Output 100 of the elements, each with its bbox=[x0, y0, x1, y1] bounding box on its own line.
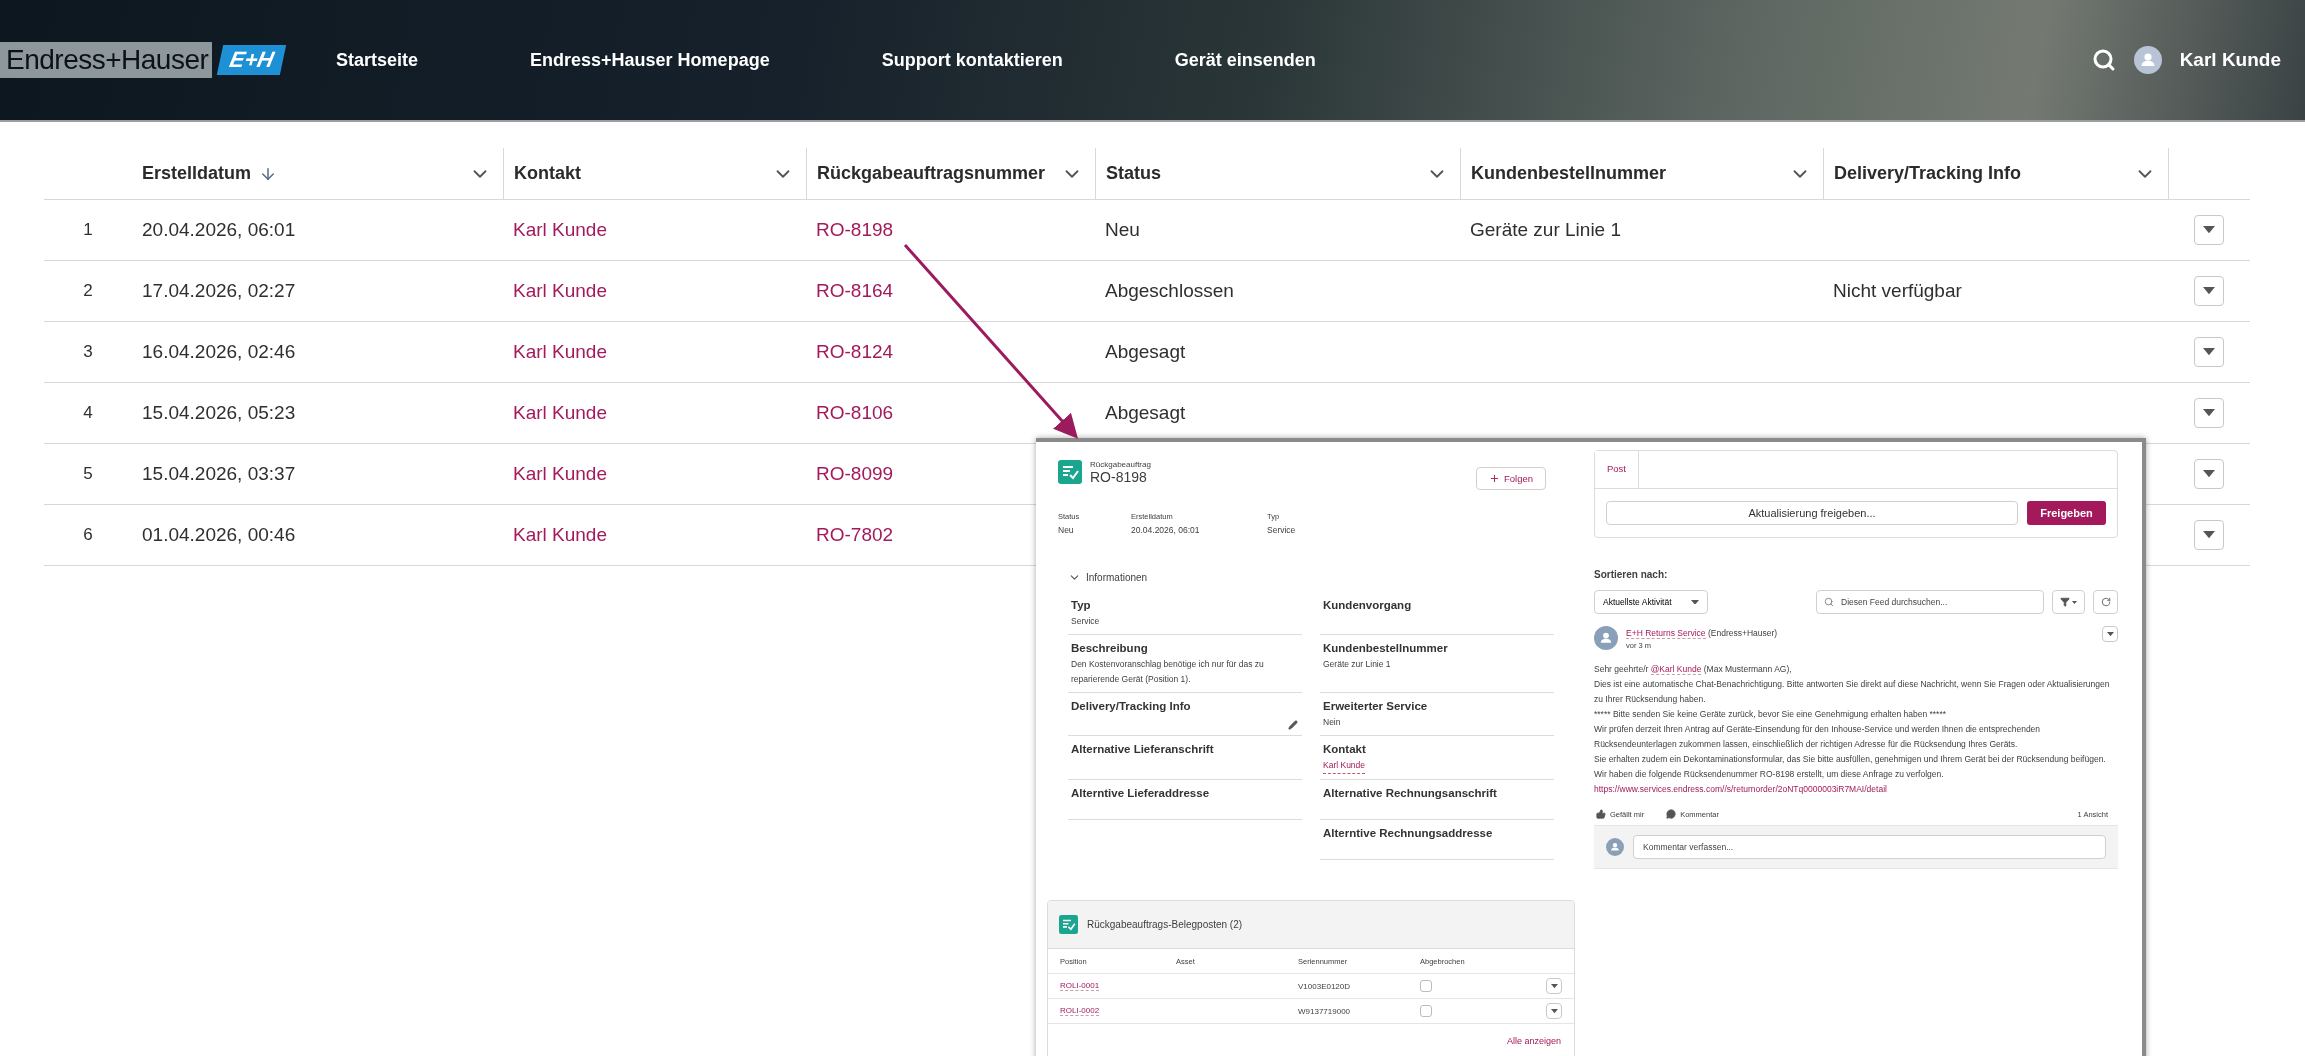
row-menu-button[interactable] bbox=[2194, 398, 2224, 428]
message-paragraph: Wir prüfen derzeit Ihren Antrag auf Geräte-Einsendung für den Inhouse-Service und werden Ihnen die entsprechenden Rücksendeunterlagen zukommen lassen, einschließlich der richtigen Adresse für die Rücksendung Ihres Geräts. bbox=[1594, 723, 2042, 751]
field-label: Alternative Rechnungsanschrift bbox=[1323, 787, 1498, 799]
follow-button[interactable]: Folgen bbox=[1475, 467, 1546, 490]
field-label: Erweiterter Service bbox=[1323, 700, 1429, 712]
contact-link[interactable]: Karl Kunde bbox=[513, 524, 607, 546]
field-label: Kontakt bbox=[1323, 743, 1367, 755]
feed-search-field[interactable]: Diesen Feed durchsuchen... bbox=[1816, 590, 2044, 614]
order-link[interactable]: RO-8099 bbox=[816, 463, 894, 485]
column-header[interactable]: Rückgabeauftragsnummer bbox=[817, 163, 1046, 184]
contact-link[interactable]: Karl Kunde bbox=[513, 463, 607, 485]
avatar-icon bbox=[1606, 838, 1624, 856]
order-link[interactable]: RO-8198 bbox=[816, 219, 894, 241]
related-list-title[interactable]: Rückgabeauftrags-Belegposten (2) bbox=[1087, 919, 1243, 930]
field-label: Beschreibung bbox=[1071, 642, 1149, 654]
contact-link[interactable]: Karl Kunde bbox=[1323, 758, 1366, 774]
order-link[interactable]: RO-8106 bbox=[816, 402, 894, 424]
section-title[interactable]: Informationen bbox=[1086, 572, 1148, 583]
checkbox[interactable] bbox=[1420, 1005, 1432, 1017]
row-menu-button[interactable] bbox=[2194, 337, 2224, 367]
caret-icon bbox=[1550, 983, 1558, 989]
logo-wordmark: Endress+Hauser bbox=[0, 42, 213, 78]
caret-icon bbox=[2203, 470, 2215, 478]
row-number: 3 bbox=[83, 342, 93, 362]
mention-link[interactable]: @Karl Kunde bbox=[1650, 664, 1702, 675]
date-cell: 15.04.2026, 03:37 bbox=[142, 463, 296, 485]
contact-link[interactable]: Karl Kunde bbox=[513, 280, 607, 302]
user-name[interactable]: Karl Kunde bbox=[2179, 49, 2281, 71]
contact-link[interactable]: Karl Kunde bbox=[513, 402, 607, 424]
comment-field[interactable]: Kommentar verfassen... bbox=[1633, 835, 2106, 859]
column-header[interactable]: Erstelldatum bbox=[142, 163, 278, 184]
order-number-cell: Geräte zur Linie 1 bbox=[1470, 219, 1622, 241]
row-menu-button[interactable] bbox=[2194, 215, 2224, 245]
field-label: Alternative Lieferanschrift bbox=[1071, 743, 1215, 755]
status-cell: Neu bbox=[1105, 219, 1140, 241]
column-header[interactable]: Kontakt bbox=[514, 163, 581, 184]
order-link[interactable]: RO-8124 bbox=[816, 341, 894, 363]
sort-label: Sortieren nach: bbox=[1594, 569, 1668, 580]
date-cell: 20.04.2026, 06:01 bbox=[142, 219, 296, 241]
filter-button[interactable] bbox=[2052, 590, 2085, 614]
record-name: RO-8198 bbox=[1090, 469, 1148, 485]
caret-icon bbox=[2203, 226, 2215, 234]
contact-link[interactable]: Karl Kunde bbox=[513, 219, 607, 241]
field-value: Service bbox=[1071, 615, 1101, 628]
status-cell: Abgesagt bbox=[1105, 341, 1186, 363]
record-type: Rückgabeauftrag bbox=[1090, 460, 1152, 469]
position-link[interactable]: ROLI-0002 bbox=[1060, 1006, 1100, 1016]
message-paragraph: Dies ist eine automatische Chat-Benachrichtigung. Bitte antworten Sie direkt auf diese Nachricht, wenn Sie Fragen oder Aktualisierungen zu Ihrer Rücksendung haben. bbox=[1594, 678, 2111, 706]
filter-icon bbox=[2060, 597, 2070, 607]
avatar-icon[interactable] bbox=[2133, 46, 2162, 74]
post-tab[interactable]: Post bbox=[1595, 451, 1639, 488]
record-icon bbox=[1059, 915, 1078, 934]
column-header[interactable]: Delivery/Tracking Info bbox=[1834, 163, 2022, 184]
sort-dropdown[interactable]: Aktuellste Aktivität bbox=[1594, 590, 1708, 614]
contact-link[interactable]: Karl Kunde bbox=[513, 341, 607, 363]
search-icon[interactable] bbox=[2091, 48, 2116, 72]
nav-link[interactable]: Endress+Hauser Homepage bbox=[530, 49, 770, 71]
refresh-button[interactable] bbox=[2093, 590, 2118, 614]
field-label: Alterntive Lieferaddresse bbox=[1071, 787, 1211, 799]
row-number: 5 bbox=[83, 464, 93, 484]
post-menu-button[interactable] bbox=[2102, 626, 2118, 642]
message-paragraph: Sie erhalten zudem ein Dekontaminationsformular, das Sie bitte ausfüllen, genehmigen und Ihrem Gerät bei der Rücksendung beifügen. Wir haben die folgende Rücksendenummer RO-8198 erstellt, um diese Anfrage zu verfolgen. bbox=[1594, 753, 2107, 781]
refresh-icon bbox=[2100, 597, 2111, 607]
logo-badge: E+H bbox=[217, 45, 287, 75]
plus-icon bbox=[1488, 473, 1500, 484]
field-label: Alterntive Rechnungsaddresse bbox=[1323, 827, 1494, 839]
caret-icon bbox=[2203, 409, 2215, 417]
author-link[interactable]: E+H Returns Service bbox=[1626, 628, 1706, 639]
caret-icon bbox=[1691, 599, 1699, 605]
row-menu-button[interactable] bbox=[2194, 276, 2224, 306]
share-button[interactable]: Freigeben bbox=[2027, 501, 2106, 525]
row-number: 4 bbox=[83, 403, 93, 423]
date-cell: 01.04.2026, 00:46 bbox=[142, 524, 296, 546]
tracking-cell: Nicht verfügbar bbox=[1833, 280, 1962, 302]
row-menu-button[interactable] bbox=[2194, 459, 2224, 489]
position-link[interactable]: ROLI-0001 bbox=[1060, 981, 1100, 991]
row-menu-button[interactable] bbox=[1546, 1003, 1562, 1019]
field-label: Kundenvorgang bbox=[1323, 599, 1413, 611]
search-icon bbox=[1824, 597, 1834, 607]
date-cell: 17.04.2026, 02:27 bbox=[142, 280, 296, 302]
author-org: (Endress+Hauser) bbox=[1708, 628, 1778, 638]
column-header[interactable]: Kundenbestellnummer bbox=[1471, 163, 1667, 184]
nav-link[interactable]: Startseite bbox=[336, 49, 419, 71]
update-field[interactable]: Aktualisierung freigeben... bbox=[1606, 501, 2018, 525]
caret-icon bbox=[2072, 600, 2077, 604]
nav-link[interactable]: Gerät einsenden bbox=[1174, 49, 1316, 71]
view-all-link[interactable]: Alle anzeigen bbox=[1048, 1024, 1574, 1056]
field-value: Den Kostenvoranschlag benötige ich nur für das zu reparierende Gerät (Position 1). bbox=[1071, 658, 1265, 686]
nav-link[interactable]: Support kontaktieren bbox=[881, 49, 1063, 71]
record-link[interactable]: https://www.services.endress.com//s/returnorder/2oNTq0000003iR7MAI/detail bbox=[1594, 782, 1887, 797]
column-header[interactable]: Status bbox=[1106, 163, 1161, 184]
serial-number: W9137719000 bbox=[1298, 1006, 1352, 1016]
caret-icon bbox=[2106, 631, 2114, 637]
checkbox[interactable] bbox=[1420, 980, 1432, 992]
order-link[interactable]: RO-7802 bbox=[816, 524, 894, 546]
row-menu-button[interactable] bbox=[2194, 520, 2224, 550]
row-menu-button[interactable] bbox=[1546, 978, 1562, 994]
order-link[interactable]: RO-8164 bbox=[816, 280, 894, 302]
caret-icon bbox=[2203, 348, 2215, 356]
pencil-icon[interactable] bbox=[1288, 720, 1298, 730]
